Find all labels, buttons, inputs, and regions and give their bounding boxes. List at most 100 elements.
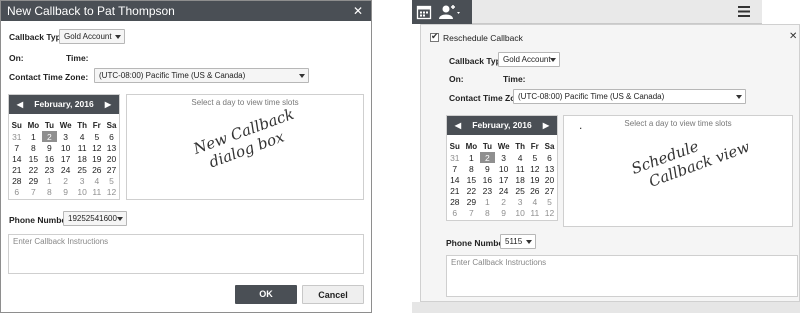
calendar-day[interactable]: 3 bbox=[513, 196, 528, 207]
calendar-day[interactable]: 11 bbox=[75, 142, 90, 153]
calendar-day[interactable]: 7 bbox=[463, 207, 481, 218]
callback-instructions-input[interactable]: Enter Callback Instructions bbox=[446, 255, 798, 297]
calendar-day[interactable]: 1 bbox=[25, 131, 43, 142]
calendar-day[interactable]: 5 bbox=[90, 131, 104, 142]
calendar-day[interactable]: 1 bbox=[463, 152, 481, 163]
prev-month-icon[interactable]: ◀ bbox=[13, 95, 27, 114]
calendar-day[interactable]: 23 bbox=[42, 164, 56, 175]
calendar-day[interactable]: 16 bbox=[42, 153, 56, 164]
calendar-day[interactable]: 4 bbox=[90, 175, 104, 186]
calendar-day[interactable]: 9 bbox=[495, 207, 513, 218]
timezone-select[interactable]: (UTC-08:00) Pacific Time (US & Canada) bbox=[513, 89, 746, 104]
calendar-day[interactable]: 2 bbox=[57, 175, 75, 186]
calendar-day[interactable]: 9 bbox=[480, 163, 494, 174]
calendar-day[interactable]: 2 bbox=[495, 196, 513, 207]
calendar-day[interactable]: 6 bbox=[542, 152, 557, 163]
calendar-day[interactable]: 7 bbox=[447, 163, 463, 174]
close-icon[interactable]: ✕ bbox=[789, 31, 797, 42]
calendar-day[interactable]: 13 bbox=[104, 142, 119, 153]
calendar-day[interactable]: 4 bbox=[513, 152, 528, 163]
next-month-icon[interactable]: ▶ bbox=[539, 116, 553, 135]
calendar-day[interactable]: 29 bbox=[463, 196, 481, 207]
calendar-day[interactable]: 19 bbox=[528, 174, 542, 185]
checkbox-icon[interactable] bbox=[430, 31, 439, 42]
calendar-day-selected[interactable]: 2 bbox=[480, 152, 495, 163]
calendar-day[interactable]: 12 bbox=[90, 142, 104, 153]
calendar-day[interactable]: 13 bbox=[542, 163, 557, 174]
calendar-day[interactable]: 10 bbox=[57, 142, 75, 153]
calendar-day[interactable]: 8 bbox=[42, 186, 56, 197]
calendar-day[interactable]: 9 bbox=[57, 186, 75, 197]
calendar-day[interactable]: 7 bbox=[25, 186, 43, 197]
calendar-day[interactable]: 3 bbox=[75, 175, 90, 186]
calendar-day[interactable]: 26 bbox=[528, 185, 542, 196]
calendar-day[interactable]: 10 bbox=[495, 163, 513, 174]
hamburger-menu-icon[interactable] bbox=[738, 6, 750, 17]
cancel-button[interactable]: Cancel bbox=[302, 285, 364, 304]
close-icon[interactable]: ✕ bbox=[351, 1, 365, 21]
calendar-day[interactable]: 17 bbox=[495, 174, 513, 185]
calendar-day[interactable]: 5 bbox=[542, 196, 557, 207]
calendar-day[interactable]: 5 bbox=[528, 152, 542, 163]
calendar-day[interactable]: 20 bbox=[542, 174, 557, 185]
calendar-day[interactable]: 27 bbox=[542, 185, 557, 196]
ok-button[interactable]: OK bbox=[235, 285, 297, 304]
calendar-day[interactable]: 11 bbox=[513, 163, 528, 174]
calendar-day[interactable]: 18 bbox=[75, 153, 90, 164]
callback-type-select[interactable]: Gold Account bbox=[498, 52, 560, 67]
calendar-day[interactable]: 21 bbox=[9, 164, 25, 175]
calendar-day[interactable]: 28 bbox=[9, 175, 25, 186]
calendar-day[interactable]: 8 bbox=[463, 163, 481, 174]
calendar-day[interactable]: 25 bbox=[513, 185, 528, 196]
calendar-day[interactable]: 20 bbox=[104, 153, 119, 164]
calendar-day[interactable]: 17 bbox=[57, 153, 75, 164]
calendar-day[interactable]: 5 bbox=[104, 175, 119, 186]
calendar-day[interactable]: 3 bbox=[495, 152, 513, 163]
callback-instructions-input[interactable]: Enter Callback Instructions bbox=[8, 234, 364, 274]
calendar-day[interactable]: 26 bbox=[90, 164, 104, 175]
calendar-day[interactable]: 18 bbox=[513, 174, 528, 185]
timezone-select[interactable]: (UTC-08:00) Pacific Time (US & Canada) bbox=[94, 68, 309, 83]
calendar-day[interactable]: 14 bbox=[9, 153, 25, 164]
calendar-day[interactable]: 27 bbox=[104, 164, 119, 175]
calendar-day[interactable]: 4 bbox=[75, 131, 90, 142]
calendar-day-selected[interactable]: 2 bbox=[42, 131, 57, 142]
phone-number-select[interactable]: 19252541600 bbox=[63, 211, 127, 226]
calendar-day[interactable]: 24 bbox=[57, 164, 75, 175]
calendar-day[interactable]: 3 bbox=[57, 131, 75, 142]
calendar-day[interactable]: 1 bbox=[480, 196, 494, 207]
calendar-day[interactable]: 29 bbox=[25, 175, 43, 186]
phone-number-select[interactable]: 5115 bbox=[500, 234, 536, 249]
calendar-day[interactable]: 11 bbox=[528, 207, 542, 218]
next-month-icon[interactable]: ▶ bbox=[101, 95, 115, 114]
calendar-day[interactable]: 6 bbox=[447, 207, 463, 218]
calendar-day[interactable]: 8 bbox=[25, 142, 43, 153]
calendar-day[interactable]: 31 bbox=[9, 131, 25, 142]
calendar-day[interactable]: 24 bbox=[495, 185, 513, 196]
calendar-day[interactable]: 22 bbox=[25, 164, 43, 175]
callback-type-select[interactable]: Gold Account bbox=[59, 29, 125, 44]
calendar-day[interactable]: 15 bbox=[463, 174, 481, 185]
calendar-day[interactable]: 9 bbox=[42, 142, 56, 153]
calendar-day[interactable]: 22 bbox=[463, 185, 481, 196]
calendar-day[interactable]: 4 bbox=[528, 196, 542, 207]
calendar-day[interactable]: 21 bbox=[447, 185, 463, 196]
calendar-day[interactable]: 10 bbox=[513, 207, 528, 218]
calendar-day[interactable]: 25 bbox=[75, 164, 90, 175]
calendar-day[interactable]: 1 bbox=[42, 175, 56, 186]
calendar-day[interactable]: 14 bbox=[447, 174, 463, 185]
calendar-day[interactable]: 10 bbox=[75, 186, 90, 197]
calendar-day[interactable]: 31 bbox=[447, 152, 463, 163]
calendar-day[interactable]: 11 bbox=[90, 186, 104, 197]
contact-icon[interactable] bbox=[438, 4, 462, 20]
calendar-day[interactable]: 16 bbox=[480, 174, 494, 185]
calendar-icon[interactable] bbox=[416, 4, 432, 20]
calendar-day[interactable]: 23 bbox=[480, 185, 494, 196]
calendar-day[interactable]: 7 bbox=[9, 142, 25, 153]
calendar-day[interactable]: 12 bbox=[542, 207, 557, 218]
calendar-day[interactable]: 12 bbox=[104, 186, 119, 197]
calendar-day[interactable]: 15 bbox=[25, 153, 43, 164]
calendar-day[interactable]: 12 bbox=[528, 163, 542, 174]
calendar-day[interactable]: 8 bbox=[480, 207, 494, 218]
calendar-day[interactable]: 6 bbox=[104, 131, 119, 142]
